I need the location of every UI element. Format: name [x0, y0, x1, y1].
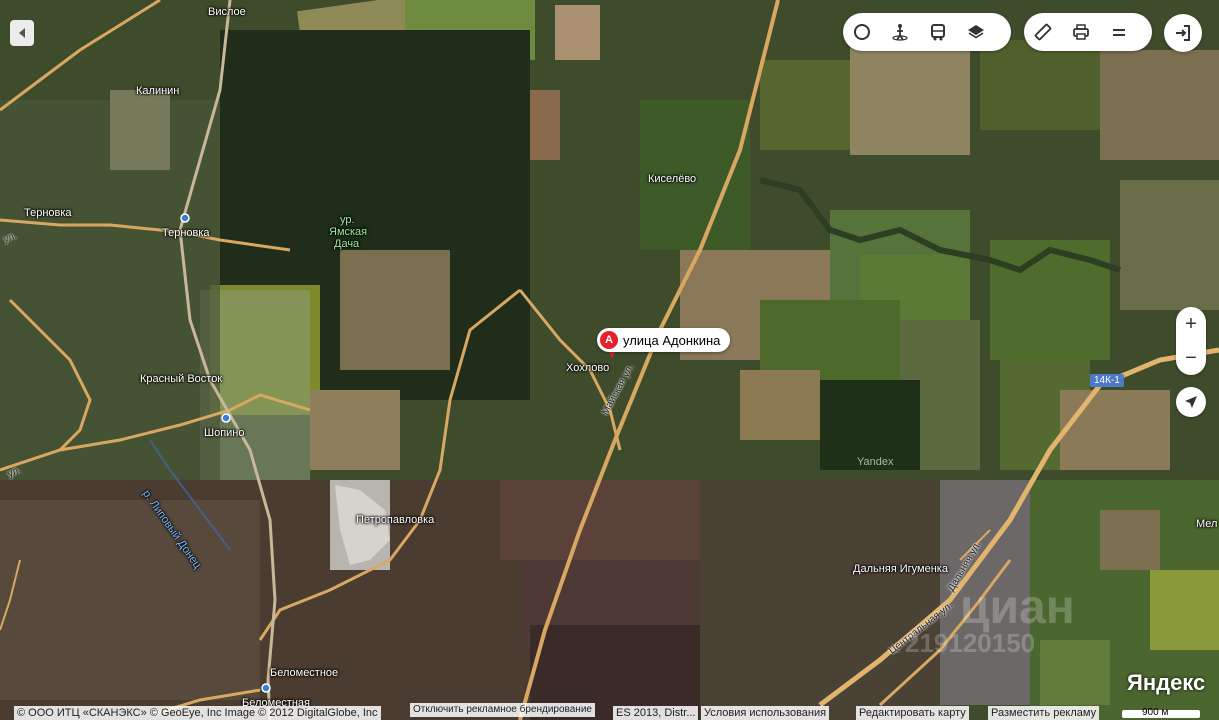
traffic-button[interactable] [843, 13, 881, 51]
print-button[interactable] [1062, 13, 1100, 51]
address-marker[interactable]: A улица Адонкина [597, 328, 731, 352]
place-belomestnoe: Беломестное [270, 667, 339, 679]
login-icon [1176, 25, 1190, 41]
cian-watermark-number: 219120150 [905, 628, 1036, 658]
geolocation-button[interactable] [1176, 387, 1206, 417]
disable-branding-link[interactable]: Отключить рекламное брендирование [410, 703, 595, 717]
place-petropavlovka: Петропавловка [356, 514, 435, 526]
cian-watermark: циан [960, 581, 1075, 634]
login-button[interactable] [1164, 14, 1202, 52]
marker-letter: A [600, 331, 618, 349]
traffic-icon [854, 24, 870, 40]
place-yamskaya-2: Ямская [329, 226, 368, 238]
place-yamskaya-1: ур. [340, 214, 355, 226]
road-number-shield: 14К-1 [1090, 374, 1124, 387]
transport-button[interactable] [919, 13, 957, 51]
place-yamskaya-3: Дача [334, 238, 360, 250]
bus-icon [931, 24, 945, 41]
station-shopino: Шопино [204, 427, 245, 439]
menu-button[interactable] [1100, 13, 1138, 51]
place-kalinin: Калинин [136, 85, 180, 97]
layers-toolbar [843, 13, 1011, 51]
edit-map-link[interactable]: Редактировать карту [856, 706, 969, 720]
zoom-control: + − [1176, 307, 1206, 375]
terms-link[interactable]: Условия использования [701, 706, 830, 720]
place-khokhlovo: Хохлово [566, 362, 610, 374]
panorama-button[interactable] [881, 13, 919, 51]
tools-toolbar [1024, 13, 1152, 51]
place-dalnyaya-igumenka: Дальняя Игуменка [853, 563, 948, 575]
zoom-out-button[interactable]: − [1176, 341, 1206, 375]
yandex-logo[interactable]: Яндекс [1127, 670, 1205, 696]
place-mel: Мел [1196, 518, 1218, 530]
yandex-watermark: Yandex [857, 456, 894, 468]
place-krasny-vostok: Красный Восток [140, 373, 223, 385]
chevron-left-icon [19, 28, 25, 38]
ruler-button[interactable] [1024, 13, 1062, 51]
panorama-person-icon [892, 24, 908, 41]
place-ad-link[interactable]: Разместить рекламу [988, 706, 1100, 720]
map-footer: © ООО ИТЦ «СКАНЭКС» © GeoEye, Inc Image … [0, 703, 1219, 720]
menu-icon [1113, 29, 1125, 36]
zoom-in-button[interactable]: + [1176, 307, 1206, 341]
copyright-tail: ES 2013, Distr... [613, 706, 699, 720]
place-kiselevo: Киселёво [648, 173, 697, 185]
ruler-icon [1034, 23, 1052, 41]
location-arrow-icon [1185, 396, 1197, 408]
map-layers-button[interactable] [957, 13, 995, 51]
collapse-panel-button[interactable] [10, 20, 34, 46]
printer-icon [1073, 24, 1089, 40]
place-ternovka: Терновка [24, 207, 72, 219]
layers-icon [968, 25, 984, 39]
station-ternovka: Терновка [162, 227, 210, 239]
marker-label: улица Адонкина [623, 332, 721, 348]
place-vislo: Вислое [208, 6, 246, 18]
copyright-text: © ООО ИТЦ «СКАНЭКС» © GeoEye, Inc Image … [14, 706, 381, 720]
